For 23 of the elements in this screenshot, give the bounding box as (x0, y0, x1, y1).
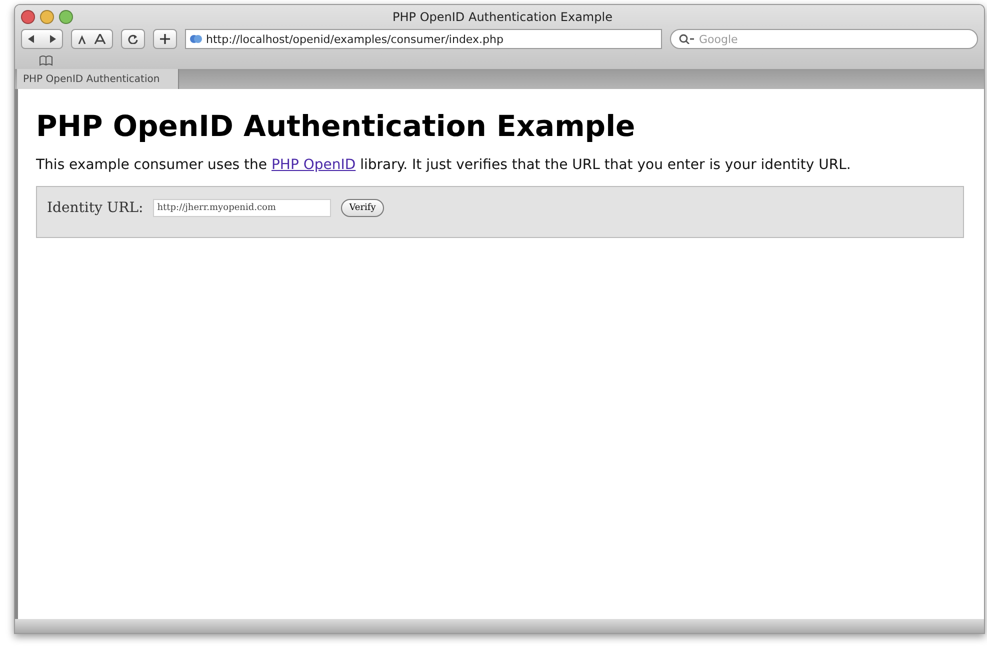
text-size-button[interactable] (71, 29, 113, 49)
search-icon (679, 34, 695, 44)
book-icon[interactable] (39, 54, 53, 66)
window-title: PHP OpenID Authentication Example (392, 10, 614, 24)
address-field[interactable]: http://localhost/openid/examples/consumer/index.php (185, 29, 662, 49)
library-link[interactable]: PHP OpenID (271, 157, 356, 173)
identity-url-label: Identity URL: (47, 200, 144, 216)
close-button[interactable] (21, 10, 35, 24)
intro-text: This example consumer uses the PHP OpenID library. It just verifies that the URL that you enter is your identity URL. (36, 157, 852, 174)
minimize-button[interactable] (40, 10, 54, 24)
reload-icon (128, 34, 138, 44)
identity-url-field[interactable]: http://jherr.myopenid.com (153, 199, 332, 217)
verify-button[interactable]: Verify (341, 199, 384, 217)
site-icon (190, 34, 202, 44)
browser-tab[interactable]: PHP OpenID Authentication (17, 69, 179, 89)
text-size-icon (78, 34, 106, 44)
reload-button[interactable] (121, 29, 145, 49)
zoom-button[interactable] (59, 10, 73, 24)
arrows-icon (28, 35, 56, 43)
plus-icon (160, 34, 170, 44)
back-forward-button[interactable] (21, 29, 63, 49)
add-bookmark-button[interactable] (153, 29, 177, 49)
page-heading: PHP OpenID Authentication Example (36, 109, 636, 143)
